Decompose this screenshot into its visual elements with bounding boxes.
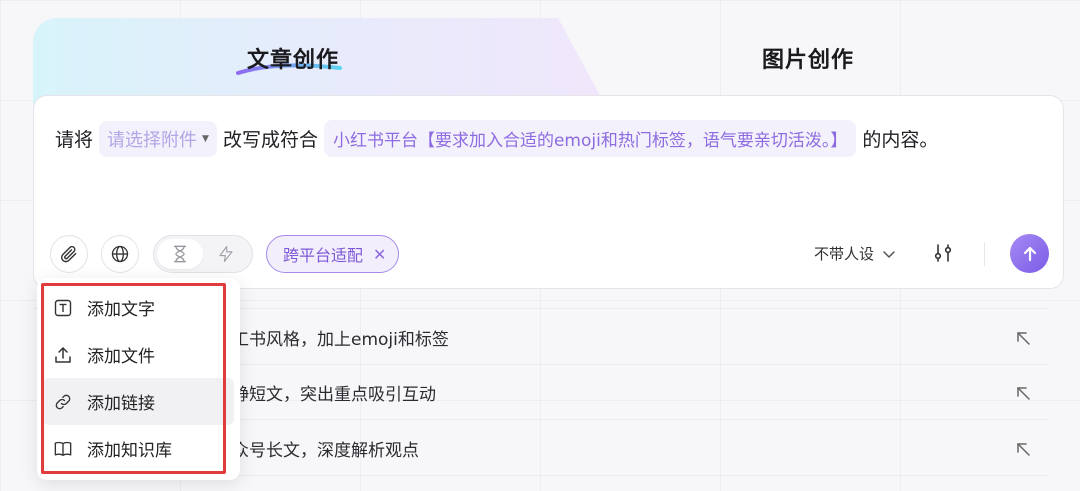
arrow-up-left-icon[interactable] — [1013, 328, 1033, 348]
chevron-down-icon — [883, 250, 895, 258]
arrow-up-left-icon[interactable] — [1013, 383, 1033, 403]
lightning-icon — [219, 245, 233, 263]
arrow-up-left-icon[interactable] — [1013, 439, 1033, 459]
attachment-select[interactable]: 请选择附件 ▼ — [99, 120, 217, 157]
link-icon — [53, 392, 73, 412]
settings-button[interactable] — [930, 240, 956, 266]
prompt-middle: 改写成符合 — [222, 129, 318, 151]
suggestion-row[interactable]: 静短文，突出重点吸引互动 — [220, 366, 1047, 420]
toolbar-divider — [984, 242, 985, 266]
cross-platform-tag[interactable]: 跨平台适配 ✕ — [266, 235, 400, 273]
persona-label: 不带人设 — [814, 245, 875, 263]
menu-item-label: 添加文字 — [87, 300, 155, 320]
tab-article-creation[interactable]: 文章创作 — [247, 42, 339, 74]
attach-button[interactable] — [50, 235, 88, 273]
suggestion-text: 工书风格，加上emoji和标签 — [232, 330, 449, 350]
prompt-card: 请将 请选择附件 ▼ 改写成符合 小红书平台【要求加入合适的emoji和热门标签… — [33, 95, 1064, 289]
tab-image-creation[interactable]: 图片创作 — [762, 42, 854, 74]
menu-item-label: 添加文件 — [87, 347, 155, 367]
web-search-button[interactable] — [101, 235, 139, 273]
text-box-icon — [53, 298, 73, 318]
suggestion-row[interactable]: 工书风格，加上emoji和标签 — [220, 311, 1047, 365]
menu-item-add-link[interactable]: 添加链接 — [43, 378, 234, 425]
menu-item-add-file[interactable]: 添加文件 — [43, 331, 234, 378]
upload-icon — [53, 345, 73, 365]
deep-mode-option[interactable] — [157, 239, 203, 269]
arrow-up-icon — [1023, 246, 1036, 261]
prompt-suffix: 的内容。 — [862, 129, 939, 151]
menu-item-label: 添加链接 — [87, 394, 155, 414]
sliders-icon — [934, 244, 952, 262]
book-icon — [53, 439, 73, 459]
paperclip-icon — [60, 245, 77, 263]
platform-requirement-field[interactable]: 小红书平台【要求加入合适的emoji和热门标签，语气要亲切活泼。】 — [323, 120, 857, 157]
menu-item-add-text[interactable]: 添加文字 — [43, 284, 234, 331]
menu-item-add-knowledge-base[interactable]: 添加知识库 — [43, 425, 234, 472]
prompt-prefix: 请将 — [55, 129, 94, 151]
attachment-placeholder: 请选择附件 — [107, 129, 198, 151]
close-icon[interactable]: ✕ — [373, 245, 386, 264]
suggestion-row[interactable]: 众号长文，深度解析观点 — [220, 422, 1047, 476]
hourglass-icon — [173, 245, 187, 263]
persona-select[interactable]: 不带人设 — [814, 243, 896, 264]
globe-icon — [111, 245, 129, 263]
menu-item-label: 添加知识库 — [87, 441, 172, 461]
caret-down-icon: ▼ — [202, 133, 209, 144]
prompt-line: 请将 请选择附件 ▼ 改写成符合 小红书平台【要求加入合适的emoji和热门标签… — [55, 120, 938, 157]
suggestion-text: 众号长文，深度解析观点 — [232, 441, 419, 461]
mode-toggle — [153, 235, 253, 273]
attachment-menu: 添加文字 添加文件 添加链接 添加知识库 — [37, 278, 240, 480]
send-button[interactable] — [1010, 234, 1049, 273]
suggestion-text: 静短文，突出重点吸引互动 — [232, 385, 436, 405]
tag-label: 跨平台适配 — [283, 246, 364, 265]
fast-mode-option[interactable] — [203, 239, 249, 269]
